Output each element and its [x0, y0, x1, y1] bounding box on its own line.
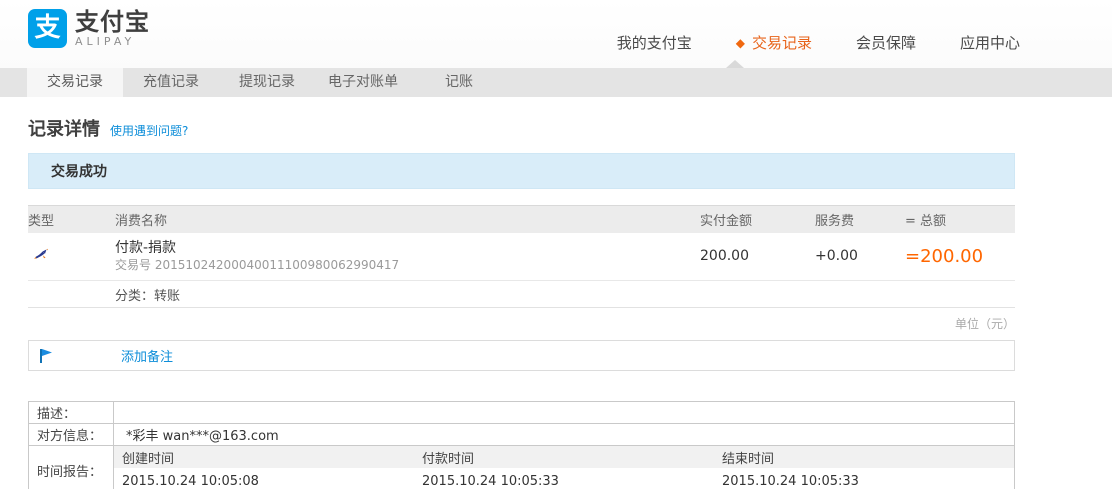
col-header-total: = 总额: [905, 206, 1015, 233]
memo-box: 添加备注: [28, 340, 1015, 371]
category-value: 分类：转账: [115, 281, 1015, 308]
alipay-logo[interactable]: 支 支付宝 ALIPAY: [28, 9, 150, 48]
page-title: 记录详情: [28, 115, 100, 141]
transfer-icon: [33, 246, 50, 267]
time-report-table: 创建时间 付款时间 结束时间 2015.10.24 10:05:08 2015.…: [114, 446, 1014, 489]
detail-label-time-report: 时间报告：: [29, 446, 114, 489]
table-row: 时间报告： 创建时间 付款时间 结束时间 2015.10.24 10:05:08…: [29, 446, 1015, 489]
detail-value-counterparty: *彩丰 wan***@163.com: [114, 424, 1015, 446]
time-paid-value: 2015.10.24 10:05:33: [414, 468, 714, 489]
alipay-logo-icon: 支: [28, 9, 67, 48]
col-header-name: 消费名称: [115, 206, 700, 233]
top-nav: 我的支付宝 ◆ 交易记录 会员保障 应用中心: [617, 32, 1020, 53]
nav-item-transactions-label: 交易记录: [752, 34, 812, 52]
transaction-name: 付款-捐款: [115, 240, 700, 257]
time-col-paid: 付款时间: [414, 446, 714, 468]
help-link[interactable]: 使用遇到问题?: [110, 122, 188, 139]
total-amount: =200.00: [905, 233, 1015, 281]
trade-no-label: 交易号: [115, 258, 151, 272]
time-col-finished: 结束时间: [714, 446, 1014, 468]
service-fee: +0.00: [815, 233, 905, 281]
time-finished-value: 2015.10.24 10:05:33: [714, 468, 1014, 489]
add-memo-link[interactable]: 添加备注: [121, 346, 173, 365]
nav-item-member-protection[interactable]: 会员保障: [856, 32, 916, 53]
top-header: 支 支付宝 ALIPAY 我的支付宝 ◆ 交易记录 会员保障 应用中心: [0, 0, 1112, 68]
tab-bookkeeping[interactable]: 记账: [411, 68, 507, 97]
unit-note: 单位（元）: [28, 315, 1015, 332]
detail-label-description: 描述：: [29, 402, 114, 424]
time-report-header: 创建时间 付款时间 结束时间: [114, 446, 1014, 468]
diamond-icon: ◆: [736, 36, 745, 50]
detail-table: 描述： 对方信息： *彩丰 wan***@163.com 时间报告： 创建时间 …: [28, 401, 1015, 489]
col-header-paid: 实付金额: [700, 206, 815, 233]
detail-label-counterparty: 对方信息：: [29, 424, 114, 446]
tab-transaction-records[interactable]: 交易记录: [27, 68, 123, 97]
active-nav-pointer: [726, 60, 744, 68]
time-report-values: 2015.10.24 10:05:08 2015.10.24 10:05:33 …: [114, 468, 1014, 489]
paid-amount: 200.00: [700, 233, 815, 281]
status-banner: 交易成功: [28, 153, 1015, 189]
brand-name-cn: 支付宝: [75, 9, 150, 35]
time-created-value: 2015.10.24 10:05:08: [114, 468, 414, 489]
time-col-created: 创建时间: [114, 446, 414, 468]
table-row: 对方信息： *彩丰 wan***@163.com: [29, 424, 1015, 446]
nav-item-my-alipay[interactable]: 我的支付宝: [617, 32, 692, 53]
nav-item-transactions[interactable]: ◆ 交易记录: [736, 32, 812, 53]
nav-item-app-center[interactable]: 应用中心: [960, 32, 1020, 53]
col-header-type: 类型: [28, 206, 115, 233]
brand-name-en: ALIPAY: [75, 35, 150, 48]
table-row: 付款-捐款 交易号 201510242000400111009800629904…: [28, 233, 1015, 281]
flag-icon: [37, 347, 55, 365]
col-header-fee: 服务费: [815, 206, 905, 233]
detail-value-description: [114, 402, 1015, 424]
tab-withdraw-records[interactable]: 提现记录: [219, 68, 315, 97]
main-content: 记录详情 使用遇到问题? 交易成功 类型 消费名称 实付金额 服务费 = 总额: [0, 115, 1043, 489]
transaction-table: 类型 消费名称 实付金额 服务费 = 总额: [28, 205, 1015, 308]
sub-nav-bar: 交易记录 充值记录 提现记录 电子对账单 记账: [0, 68, 1112, 97]
table-row: 描述：: [29, 402, 1015, 424]
transaction-table-header: 类型 消费名称 实付金额 服务费 = 总额: [28, 206, 1015, 233]
trade-no-value: 20151024200040011100980062990417: [155, 258, 399, 272]
category-row: 分类：转账: [28, 281, 1015, 308]
tab-recharge-records[interactable]: 充值记录: [123, 68, 219, 97]
tab-e-statement[interactable]: 电子对账单: [315, 68, 411, 97]
